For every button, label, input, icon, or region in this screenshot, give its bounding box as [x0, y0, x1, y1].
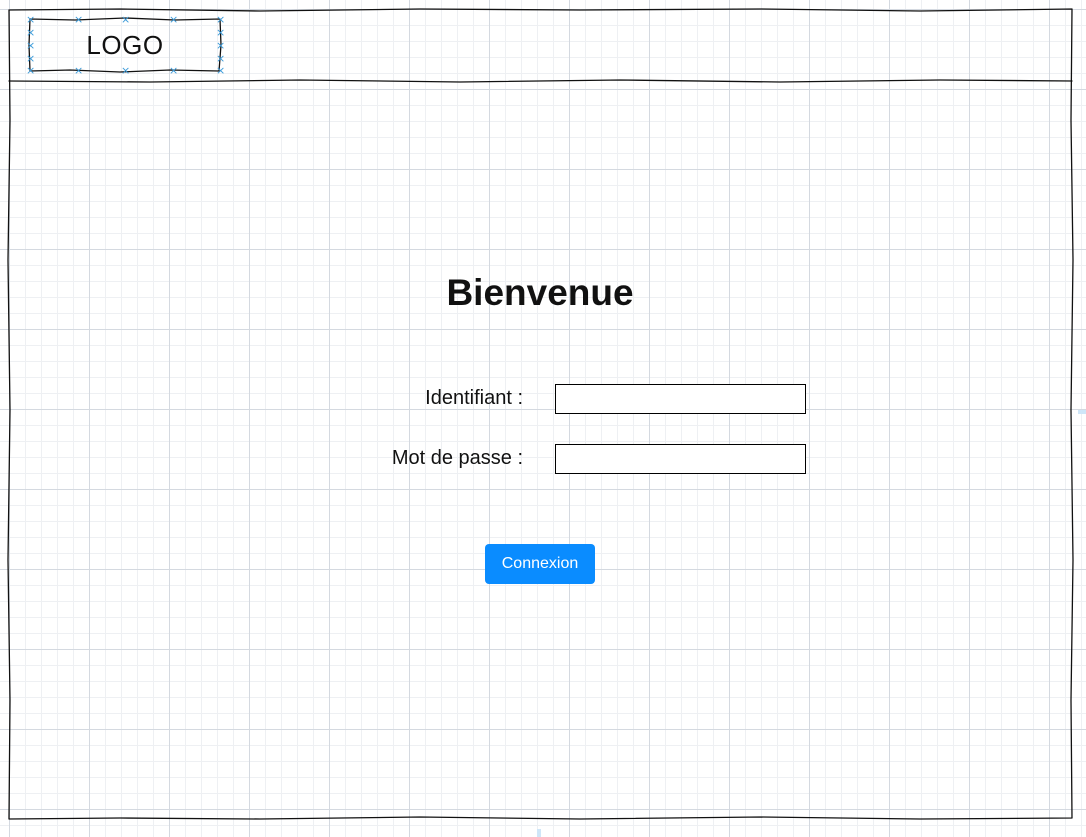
selection-handle-icon[interactable]: × — [216, 53, 225, 64]
selection-handle-icon[interactable]: × — [26, 65, 35, 76]
password-input[interactable] — [555, 444, 806, 474]
selection-handle-icon[interactable]: × — [74, 14, 83, 25]
selection-handle-icon[interactable]: × — [26, 53, 35, 64]
resize-marker-bottom — [537, 829, 541, 837]
selection-handle-icon[interactable]: × — [216, 65, 225, 76]
username-row: Identifiant : — [300, 383, 810, 415]
selection-handle-icon[interactable]: × — [121, 65, 130, 76]
selection-handle-icon[interactable]: × — [216, 14, 225, 25]
selection-handle-icon[interactable]: × — [216, 40, 225, 51]
sketch-frame — [7, 8, 1074, 820]
password-row: Mot de passe : — [300, 443, 810, 475]
header-divider — [8, 79, 1073, 83]
selection-handle-icon[interactable]: × — [26, 14, 35, 25]
username-input[interactable] — [555, 384, 806, 414]
selection-handle-icon[interactable]: × — [169, 65, 178, 76]
selection-handle-icon[interactable]: × — [74, 65, 83, 76]
page-title: Bienvenue — [446, 272, 634, 313]
selection-handle-icon[interactable]: × — [26, 40, 35, 51]
selection-handle-icon[interactable]: × — [121, 14, 130, 25]
username-label: Identifiant : — [425, 387, 523, 409]
password-label: Mot de passe : — [391, 447, 523, 469]
logo-text: LOGO — [86, 29, 164, 60]
login-button[interactable]: Connexion — [485, 544, 595, 584]
selection-handle-icon[interactable]: × — [26, 27, 35, 38]
selection-handle-icon[interactable]: × — [216, 27, 225, 38]
selection-handle-icon[interactable]: × — [169, 14, 178, 25]
resize-marker-right — [1078, 410, 1086, 414]
